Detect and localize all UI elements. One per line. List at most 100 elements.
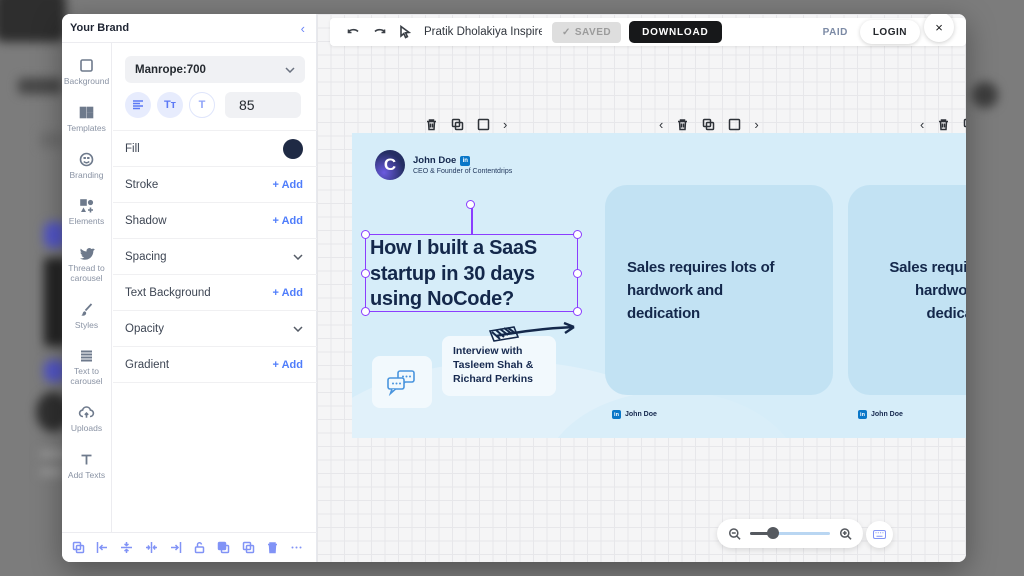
duplicate-slide-icon[interactable] — [963, 118, 966, 131]
backdrop-line-blob — [40, 468, 64, 476]
design-canvas[interactable]: Pratik Dholakiya Inspired ✓ SAVED DOWNLO… — [317, 14, 966, 562]
sidebar-item-uploads[interactable]: Uploads — [62, 404, 112, 434]
sidebar-item-templates[interactable]: Templates — [62, 104, 112, 134]
property-row-spacing[interactable]: Spacing — [113, 239, 317, 275]
send-backward-icon[interactable] — [242, 541, 255, 554]
layer-actions-bar — [62, 532, 317, 562]
templates-icon — [78, 104, 95, 121]
font-size-input[interactable] — [225, 92, 301, 118]
quote-card-slide2[interactable]: Sales requires lots of hardwork and dedi… — [605, 185, 833, 395]
align-left-edge-icon[interactable] — [96, 541, 109, 554]
quote-text: Sales requires lots of hardwork and dedi… — [881, 256, 967, 325]
duplicate-slide-icon[interactable] — [702, 118, 715, 131]
selected-text-element[interactable]: How I built a SaaS startup in 30 days us… — [365, 234, 578, 312]
branding-smiley-icon — [78, 151, 95, 168]
blank-slide-icon[interactable] — [728, 118, 741, 131]
zoom-slider-thumb[interactable] — [767, 527, 779, 539]
select-cursor-button[interactable] — [392, 25, 418, 39]
sidebar-item-text-to-carousel[interactable]: Text to carousel — [62, 347, 112, 387]
add-text-background-button[interactable]: + Add — [273, 287, 303, 299]
carousel-slides-strip[interactable]: C John Doe in CEO & Founder of Contentdr… — [352, 133, 966, 438]
text-align-button[interactable] — [125, 92, 151, 118]
resize-handle-nw[interactable] — [361, 230, 370, 239]
text-lines-icon — [78, 347, 95, 364]
resize-handle-sw[interactable] — [361, 307, 370, 316]
sidebar-item-branding[interactable]: Branding — [62, 151, 112, 181]
duplicate-icon[interactable] — [72, 541, 85, 554]
background-icon — [78, 57, 95, 74]
delete-slide-icon[interactable] — [425, 118, 438, 131]
align-vertical-center-icon[interactable] — [120, 541, 133, 554]
author-role: CEO & Founder of Contentdrips — [413, 168, 512, 175]
bring-forward-icon[interactable] — [217, 541, 230, 554]
rotation-handle[interactable] — [466, 200, 475, 209]
move-slide-right-icon[interactable]: › — [503, 118, 507, 131]
unlock-icon[interactable] — [193, 541, 206, 554]
linkedin-icon: in — [460, 156, 470, 166]
sidebar-item-add-texts[interactable]: Add Texts — [62, 451, 112, 481]
brand-panel-header: Your Brand ‹ — [62, 14, 317, 43]
property-row-gradient: Gradient + Add — [113, 347, 317, 383]
editor-modal: Your Brand ‹ Background Templates Brandi… — [62, 14, 966, 562]
add-gradient-button[interactable]: + Add — [273, 359, 303, 371]
quote-text: Sales requires lots of hardwork and dedi… — [627, 256, 787, 325]
move-slide-left-icon[interactable]: ‹ — [659, 118, 663, 131]
footer-name: John Doe — [871, 411, 903, 418]
text-style-button[interactable]: T — [189, 92, 215, 118]
duplicate-slide-icon[interactable] — [451, 118, 464, 131]
add-stroke-button[interactable]: + Add — [273, 179, 303, 191]
text-properties-panel: Manrope:700 Tт T Fill — [113, 43, 317, 532]
keyboard-shortcuts-button[interactable] — [866, 521, 893, 548]
blank-slide-icon[interactable] — [477, 118, 490, 131]
collapse-panel-icon[interactable]: ‹ — [301, 21, 305, 36]
author-header[interactable]: C John Doe in CEO & Founder of Contentdr… — [375, 150, 512, 180]
sidebar-item-background[interactable]: Background — [62, 57, 112, 87]
quote-card-slide3[interactable]: Sales requires lots of hardwork and dedi… — [848, 185, 966, 395]
delete-slide-icon[interactable] — [937, 118, 950, 131]
more-options-icon[interactable] — [290, 541, 303, 554]
sidebar-item-thread-to-carousel[interactable]: Thread to carousel — [62, 244, 112, 284]
add-text-icon — [78, 451, 95, 468]
login-button[interactable]: LOGIN — [860, 20, 920, 44]
resize-handle-w[interactable] — [361, 269, 370, 278]
resize-handle-ne[interactable] — [573, 230, 582, 239]
zoom-slider[interactable] — [750, 532, 829, 535]
property-row-opacity[interactable]: Opacity — [113, 311, 317, 347]
delete-slide-icon[interactable] — [676, 118, 689, 131]
text-case-button[interactable]: Tт — [157, 92, 183, 118]
slide-headline-text[interactable]: How I built a SaaS startup in 30 days us… — [370, 236, 574, 313]
font-family-value: Manrope:700 — [135, 64, 206, 76]
delete-icon[interactable] — [266, 541, 279, 554]
fill-color-swatch[interactable] — [283, 139, 303, 159]
slide3-footer: in John Doe — [858, 410, 903, 419]
keyboard-icon — [873, 530, 886, 539]
author-avatar: C — [375, 150, 405, 180]
resize-handle-se[interactable] — [573, 307, 582, 316]
zoom-in-icon[interactable] — [839, 527, 852, 541]
move-slide-left-icon[interactable]: ‹ — [920, 118, 924, 131]
download-button[interactable]: DOWNLOAD — [629, 21, 721, 43]
align-horizontal-center-icon[interactable] — [145, 541, 158, 554]
property-row-stroke: Stroke + Add — [113, 167, 317, 203]
move-slide-right-icon[interactable]: › — [754, 118, 758, 131]
chat-sticker-card[interactable] — [372, 356, 432, 408]
resize-handle-e[interactable] — [573, 269, 582, 278]
property-rows: Fill Stroke + Add Shadow + Add Spacing T… — [113, 130, 317, 383]
slide2-toolbar: ‹ › — [659, 115, 759, 133]
project-title-field[interactable]: Pratik Dholakiya Inspired — [424, 26, 542, 38]
cloud-upload-icon — [78, 404, 95, 421]
redo-button[interactable] — [366, 26, 392, 39]
add-shadow-button[interactable]: + Add — [273, 215, 303, 227]
font-family-select[interactable]: Manrope:700 — [125, 56, 305, 83]
paid-badge: PAID — [823, 27, 848, 38]
check-icon: ✓ — [562, 27, 571, 38]
sidebar-item-styles[interactable]: Styles — [62, 301, 112, 331]
slide1-toolbar: › — [425, 115, 507, 133]
chevron-down-icon — [293, 326, 303, 332]
zoom-out-icon[interactable] — [728, 527, 741, 541]
align-right-edge-icon[interactable] — [169, 541, 182, 554]
backdrop-logo-blob — [0, 0, 66, 42]
hand-drawn-arrow[interactable] — [482, 319, 582, 347]
sidebar-item-elements[interactable]: Elements — [62, 197, 112, 227]
undo-button[interactable] — [340, 26, 366, 39]
